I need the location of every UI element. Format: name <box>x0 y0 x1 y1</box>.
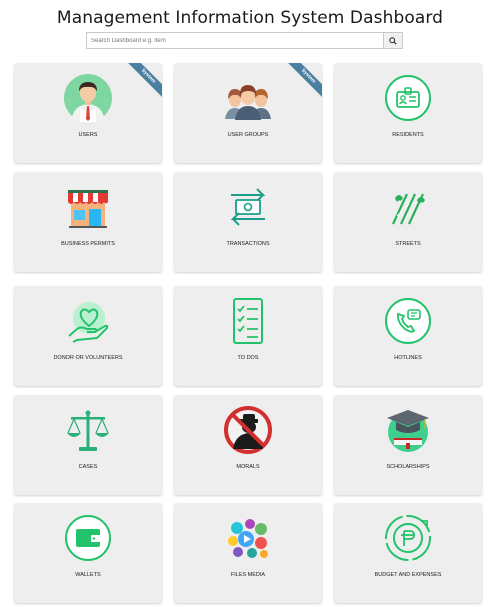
card-label: SCHOLARSHIPS <box>386 464 430 470</box>
card-scholarships[interactable]: SCHOLARSHIPS <box>334 395 482 495</box>
card-donor-or-volunteers[interactable]: DONOR OR VOLUNTEERS <box>14 286 162 386</box>
phone-chat-icon <box>385 298 431 344</box>
media-files-icon <box>228 519 268 558</box>
card-label: DONOR OR VOLUNTEERS <box>53 355 123 361</box>
card-budget-and-expenses[interactable]: BUDGET AND EXPENSES <box>334 503 482 603</box>
card-residents[interactable]: RESIDENTS <box>334 63 482 163</box>
card-morals[interactable]: MORALS <box>174 395 322 495</box>
card-label: WALLETS <box>75 572 101 578</box>
user-avatar-icon <box>64 74 112 122</box>
storefront-icon <box>68 190 108 228</box>
card-wallets[interactable]: WALLETS <box>14 503 162 603</box>
card-label: BUSINESS PERMITS <box>61 241 115 247</box>
search-bar <box>86 32 403 49</box>
card-users[interactable]: System USERS <box>14 63 162 163</box>
system-badge: System <box>283 63 322 101</box>
card-label: USER GROUPS <box>227 132 269 138</box>
no-crime-icon <box>224 406 272 454</box>
card-files-media[interactable]: FILES MEDIA <box>174 503 322 603</box>
checklist-icon <box>233 298 263 344</box>
card-label: RESIDENTS <box>392 132 424 138</box>
page-title: Management Information System Dashboard <box>56 8 444 28</box>
card-label: CASES <box>78 464 98 470</box>
card-cases[interactable]: CASES <box>14 395 162 495</box>
graduation-cap-icon <box>387 410 429 452</box>
coin-chart-icon <box>385 515 431 561</box>
user-group-icon <box>225 85 271 120</box>
money-exchange-icon <box>230 188 266 226</box>
card-label: USERS <box>78 132 98 138</box>
search-button[interactable] <box>383 33 402 48</box>
search-icon <box>389 36 397 45</box>
card-label: TO DOS <box>237 355 259 361</box>
heart-hand-icon <box>68 302 109 343</box>
card-label: FILES MEDIA <box>230 572 266 578</box>
card-streets[interactable]: STREETS <box>334 172 482 272</box>
card-business-permits[interactable]: BUSINESS PERMITS <box>14 172 162 272</box>
card-label: MORALS <box>236 464 260 470</box>
card-transactions[interactable]: TRANSACTIONS <box>174 172 322 272</box>
id-card-icon <box>385 75 431 121</box>
scales-icon <box>67 410 109 451</box>
card-label: STREETS <box>395 241 421 247</box>
card-to-dos[interactable]: TO DOS <box>174 286 322 386</box>
wallet-icon <box>65 515 111 561</box>
system-badge: System <box>123 63 162 101</box>
card-user-groups[interactable]: System USER GROUPS <box>174 63 322 163</box>
search-input[interactable] <box>87 33 383 48</box>
card-label: BUDGET AND EXPENSES <box>374 572 442 578</box>
card-hotlines[interactable]: HOTLINES <box>334 286 482 386</box>
street-icon <box>392 193 425 225</box>
card-label: HOTLINES <box>394 355 422 361</box>
card-label: TRANSACTIONS <box>226 241 270 247</box>
